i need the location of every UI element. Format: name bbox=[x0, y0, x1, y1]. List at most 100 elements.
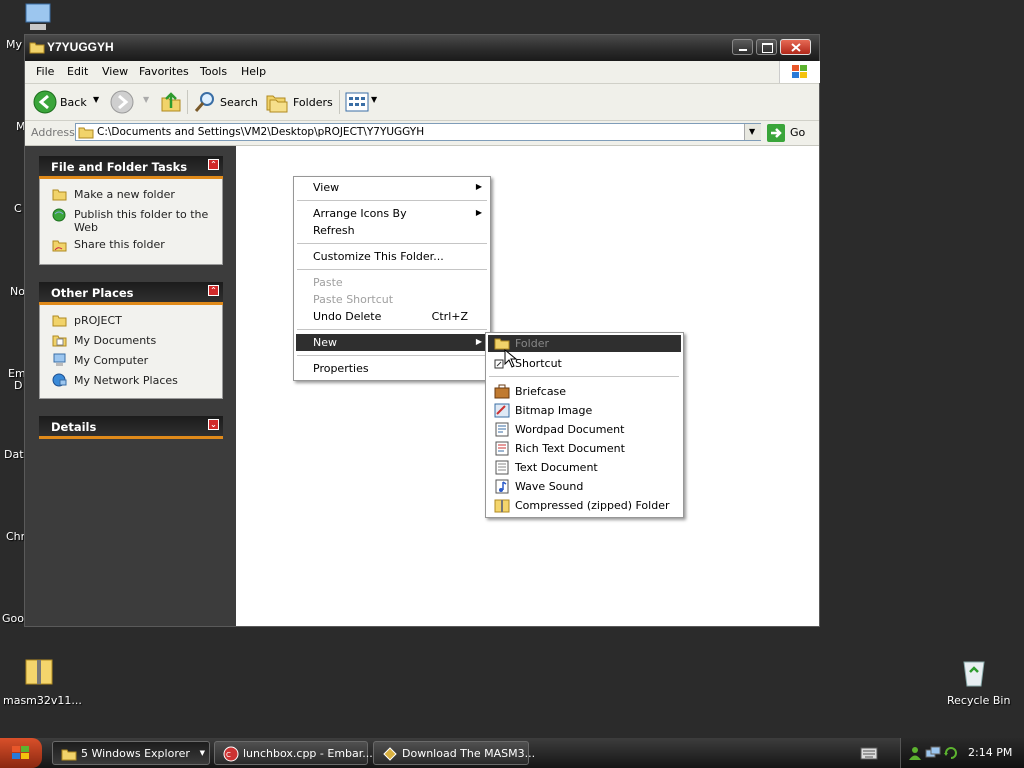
new-briefcase-item[interactable]: Briefcase bbox=[488, 383, 681, 400]
rich-text-document-icon bbox=[495, 441, 509, 456]
task-publish-folder-web[interactable]: Web bbox=[74, 221, 98, 234]
place-my-computer[interactable]: My Computer bbox=[74, 354, 148, 367]
expand-icon[interactable]: ⌄ bbox=[208, 419, 219, 430]
menu-label: Wordpad Document bbox=[515, 423, 625, 436]
start-button[interactable] bbox=[0, 738, 42, 768]
taskbar-lunchbox-cpp[interactable]: C lunchbox.cpp - Embar... bbox=[214, 741, 373, 765]
desktop-label-recycle-bin[interactable]: Recycle Bin bbox=[947, 694, 1010, 707]
views-icon[interactable] bbox=[345, 92, 369, 112]
keyboard-icon[interactable] bbox=[860, 745, 878, 761]
task-share-folder[interactable]: Share this folder bbox=[74, 238, 165, 251]
minimize-button[interactable] bbox=[732, 39, 753, 55]
folder-icon bbox=[61, 749, 77, 761]
share-folder-icon bbox=[52, 240, 67, 252]
task-publish-folder[interactable]: Publish this folder to the bbox=[74, 208, 208, 221]
refresh-icon[interactable] bbox=[943, 745, 959, 761]
maximize-button[interactable] bbox=[756, 39, 777, 55]
menu-label: Paste bbox=[313, 276, 343, 289]
my-computer-desktop-icon[interactable] bbox=[22, 2, 56, 34]
desktop-label-my: My bbox=[6, 38, 23, 51]
views-dropdown-icon[interactable]: ▼ bbox=[371, 95, 377, 104]
new-wave-sound-item[interactable]: Wave Sound bbox=[488, 478, 681, 495]
svg-text:C: C bbox=[226, 751, 231, 759]
address-value: C:\Documents and Settings\VM2\Desktop\pR… bbox=[97, 126, 425, 138]
user-status-icon[interactable] bbox=[907, 745, 923, 761]
address-dropdown-button[interactable]: ▼ bbox=[744, 124, 761, 140]
forward-dropdown-icon[interactable]: ▼ bbox=[143, 95, 149, 104]
file-folder-tasks-panel: File and Folder Tasks ⌃ Make a new folde… bbox=[39, 156, 223, 265]
up-folder-icon[interactable] bbox=[159, 90, 183, 114]
new-compressed-folder-item[interactable]: Compressed (zipped) Folder bbox=[488, 497, 681, 514]
menu-label: Folder bbox=[515, 337, 549, 350]
menu-view[interactable]: View bbox=[102, 65, 128, 78]
go-arrow-icon[interactable] bbox=[767, 124, 785, 142]
folders-icon[interactable] bbox=[265, 90, 289, 114]
collapse-icon[interactable]: ⌃ bbox=[208, 285, 219, 296]
file-folder-tasks-header[interactable]: File and Folder Tasks ⌃ bbox=[39, 156, 223, 179]
place-my-network-places[interactable]: My Network Places bbox=[74, 374, 178, 387]
globe-icon bbox=[52, 208, 66, 222]
close-button[interactable] bbox=[780, 39, 811, 55]
new-text-document-item[interactable]: Text Document bbox=[488, 459, 681, 476]
menu-item-undo-delete[interactable]: Undo Delete Ctrl+Z bbox=[296, 308, 488, 325]
menu-item-customize-folder[interactable]: Customize This Folder... bbox=[296, 248, 488, 265]
group-dropdown-icon: ▼ bbox=[199, 749, 205, 757]
taskbar-label: Download The MASM3... bbox=[402, 747, 536, 760]
my-computer-icon bbox=[53, 353, 66, 366]
forward-arrow-icon[interactable] bbox=[110, 90, 134, 114]
menu-item-view[interactable]: View ▶ bbox=[296, 179, 488, 196]
menu-favorites[interactable]: Favorites bbox=[139, 65, 189, 78]
menu-label: Compressed (zipped) Folder bbox=[515, 499, 670, 512]
menu-label: Shortcut bbox=[515, 357, 562, 370]
address-input[interactable]: C:\Documents and Settings\VM2\Desktop\pR… bbox=[75, 123, 761, 141]
task-make-new-folder[interactable]: Make a new folder bbox=[74, 188, 175, 201]
back-arrow-icon[interactable] bbox=[33, 90, 57, 114]
back-dropdown-icon[interactable]: ▼ bbox=[93, 95, 99, 104]
new-rich-text-item[interactable]: Rich Text Document bbox=[488, 440, 681, 457]
menu-separator bbox=[297, 355, 487, 356]
new-wordpad-item[interactable]: Wordpad Document bbox=[488, 421, 681, 438]
details-header[interactable]: Details ⌄ bbox=[39, 416, 223, 439]
place-my-documents[interactable]: My Documents bbox=[74, 334, 156, 347]
place-project[interactable]: pROJECT bbox=[74, 314, 122, 327]
taskbar-windows-explorer[interactable]: 5 Windows Explorer ▼ bbox=[52, 741, 210, 765]
menu-edit[interactable]: Edit bbox=[67, 65, 88, 78]
back-button[interactable]: Back bbox=[60, 96, 87, 109]
menu-label: View bbox=[313, 181, 340, 194]
briefcase-icon bbox=[494, 384, 510, 399]
wordpad-document-icon bbox=[495, 422, 509, 437]
desktop-label-no: No bbox=[10, 285, 25, 298]
address-bar: Address C:\Documents and Settings\VM2\De… bbox=[25, 121, 819, 146]
collapse-icon[interactable]: ⌃ bbox=[208, 159, 219, 170]
task-pane: File and Folder Tasks ⌃ Make a new folde… bbox=[25, 146, 236, 626]
folders-button[interactable]: Folders bbox=[293, 96, 333, 109]
submenu-arrow-icon: ▶ bbox=[475, 208, 482, 217]
menu-tools[interactable]: Tools bbox=[200, 65, 227, 78]
desktop-label-masm[interactable]: masm32v11... bbox=[3, 694, 82, 707]
system-tray: 2:14 PM bbox=[900, 738, 1024, 768]
search-button[interactable]: Search bbox=[220, 96, 258, 109]
new-bitmap-item[interactable]: Bitmap Image bbox=[488, 402, 681, 419]
menu-item-arrange-icons[interactable]: Arrange Icons By ▶ bbox=[296, 205, 488, 222]
menu-file[interactable]: File bbox=[36, 65, 54, 78]
menu-item-new[interactable]: New ▶ bbox=[296, 334, 488, 351]
zip-folder-desktop-icon[interactable] bbox=[22, 656, 56, 688]
desktop-label-goo: Goo bbox=[2, 612, 24, 625]
recycle-bin-icon[interactable] bbox=[958, 656, 990, 688]
taskbar-download-masm[interactable]: Download The MASM3... bbox=[373, 741, 535, 765]
menu-label: Paste Shortcut bbox=[313, 293, 394, 306]
go-button[interactable]: Go bbox=[790, 126, 805, 139]
menu-help[interactable]: Help bbox=[241, 65, 266, 78]
title-bar[interactable]: Y7YUGGYH bbox=[25, 35, 819, 61]
search-icon[interactable] bbox=[193, 90, 217, 114]
menu-item-refresh[interactable]: Refresh bbox=[296, 222, 488, 239]
toolbar: Back ▼ ▼ Search Folders ▼ bbox=[25, 84, 819, 121]
panel-title: Details bbox=[51, 420, 97, 434]
menu-label: Text Document bbox=[515, 461, 598, 474]
menu-item-properties[interactable]: Properties bbox=[296, 360, 488, 377]
network-icon[interactable] bbox=[925, 745, 941, 761]
chevron-down-icon: ▼ bbox=[749, 127, 756, 136]
other-places-header[interactable]: Other Places ⌃ bbox=[39, 282, 223, 305]
system-clock[interactable]: 2:14 PM bbox=[968, 746, 1012, 759]
wave-sound-icon bbox=[495, 479, 509, 494]
